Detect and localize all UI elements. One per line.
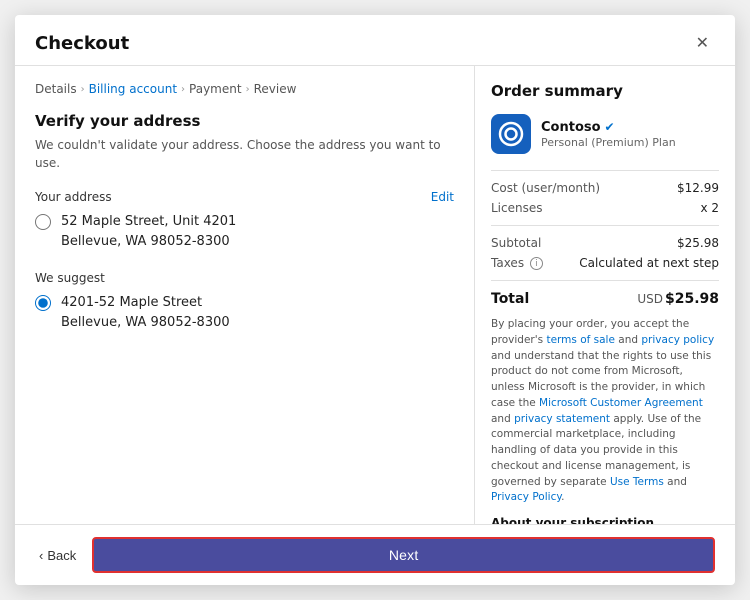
verified-icon: ✔ — [605, 120, 615, 134]
licenses-label: Licenses — [491, 201, 543, 215]
privacy-policy-link[interactable]: privacy policy — [641, 334, 714, 346]
use-terms-link[interactable]: Use Terms — [610, 476, 664, 488]
breadcrumb-payment[interactable]: Payment — [189, 82, 242, 96]
dialog-footer: ‹ Back Next — [15, 524, 735, 585]
cost-label: Cost (user/month) — [491, 181, 600, 195]
taxes-value: Calculated at next step — [579, 256, 719, 270]
divider-3 — [491, 280, 719, 281]
breadcrumb-sep-1: › — [81, 84, 85, 95]
subtotal-label: Subtotal — [491, 236, 541, 250]
breadcrumb-sep-2: › — [181, 84, 185, 95]
product-plan: Personal (Premium) Plan — [541, 136, 676, 149]
order-summary-title: Order summary — [491, 82, 719, 100]
breadcrumb-billing[interactable]: Billing account — [89, 82, 177, 96]
section-title: Verify your address — [35, 112, 454, 130]
total-value: USD$25.98 — [637, 291, 719, 307]
your-address-label: Your address — [35, 190, 112, 204]
subtotal-value: $25.98 — [677, 236, 719, 250]
taxes-row: Taxes i Calculated at next step — [491, 256, 719, 270]
section-desc: We couldn't validate your address. Choos… — [35, 136, 454, 172]
divider-2 — [491, 225, 719, 226]
dialog-body: Details › Billing account › Payment › Re… — [15, 66, 735, 524]
address-radio-1[interactable] — [35, 214, 51, 230]
product-info: Contoso ✔ Personal (Premium) Plan — [541, 120, 676, 149]
breadcrumb-details[interactable]: Details — [35, 82, 77, 96]
your-address-group: Your address Edit — [35, 190, 454, 204]
privacy-policy2-link[interactable]: Privacy Policy — [491, 491, 561, 503]
close-button[interactable]: ✕ — [690, 31, 715, 55]
total-currency: USD — [637, 292, 663, 306]
back-arrow-icon: ‹ — [39, 548, 43, 563]
right-panel: Order summary Contoso ✔ Personal (Premiu… — [475, 66, 735, 524]
licenses-row: Licenses x 2 — [491, 201, 719, 215]
dialog-title: Checkout — [35, 33, 129, 54]
cost-row: Cost (user/month) $12.99 — [491, 181, 719, 195]
terms-of-sale-link[interactable]: terms of sale — [546, 334, 615, 346]
breadcrumb-sep-3: › — [246, 84, 250, 95]
product-icon — [491, 114, 531, 154]
taxes-label: Taxes i — [491, 256, 543, 270]
dialog-header: Checkout ✕ — [15, 15, 735, 66]
total-row: Total USD$25.98 — [491, 291, 719, 307]
left-panel: Details › Billing account › Payment › Re… — [15, 66, 475, 524]
breadcrumb-review[interactable]: Review — [254, 82, 297, 96]
checkout-dialog: Checkout ✕ Details › Billing account › P… — [15, 15, 735, 585]
back-button[interactable]: ‹ Back — [35, 542, 80, 569]
back-label: Back — [47, 548, 76, 563]
address-radio-2[interactable] — [35, 295, 51, 311]
legal-text: By placing your order, you accept the pr… — [491, 317, 719, 506]
we-suggest-label: We suggest — [35, 271, 454, 285]
cost-value: $12.99 — [677, 181, 719, 195]
address-text-1: 52 Maple Street, Unit 4201 Bellevue, WA … — [61, 212, 236, 251]
subtotal-row: Subtotal $25.98 — [491, 236, 719, 250]
total-label: Total — [491, 291, 529, 307]
address-option-1: 52 Maple Street, Unit 4201 Bellevue, WA … — [35, 212, 454, 251]
microsoft-customer-agreement-link[interactable]: Microsoft Customer Agreement — [539, 397, 703, 409]
about-title: About your subscription — [491, 516, 719, 524]
address-option-2: 4201-52 Maple Street Bellevue, WA 98052-… — [35, 293, 454, 332]
licenses-value: x 2 — [700, 201, 719, 215]
breadcrumb: Details › Billing account › Payment › Re… — [35, 82, 454, 96]
edit-link[interactable]: Edit — [431, 190, 454, 204]
product-name: Contoso — [541, 120, 601, 135]
next-button[interactable]: Next — [92, 537, 715, 573]
taxes-info-icon[interactable]: i — [530, 257, 543, 270]
privacy-statement-link[interactable]: privacy statement — [514, 413, 610, 425]
divider-1 — [491, 170, 719, 171]
product-row: Contoso ✔ Personal (Premium) Plan — [491, 114, 719, 154]
address-text-2: 4201-52 Maple Street Bellevue, WA 98052-… — [61, 293, 230, 332]
